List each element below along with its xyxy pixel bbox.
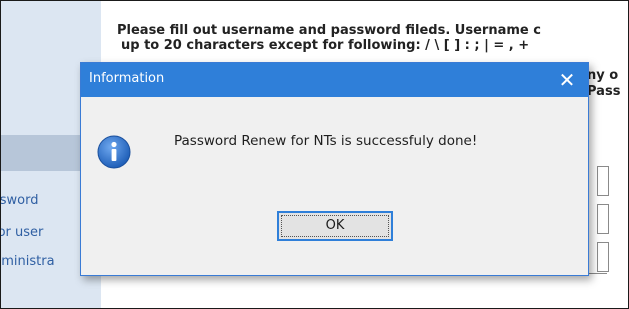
instructions-text: Please fill out username and password fi… xyxy=(117,23,628,53)
dialog-title: Information xyxy=(89,71,165,86)
instructions-overflow-2: Pass xyxy=(587,84,621,99)
ok-button[interactable]: OK xyxy=(277,211,393,241)
information-dialog: Information ✕ Password Renew for NTs is … xyxy=(80,62,589,276)
instructions-line-1: Please fill out username and password fi… xyxy=(117,23,541,38)
instructions-line-2: up to 20 characters except for following… xyxy=(121,38,530,53)
dialog-message: Password Renew for NTs is successfuly do… xyxy=(174,133,478,149)
browser-page: ssword for user dministra Please fill ou… xyxy=(0,0,629,309)
password-field[interactable] xyxy=(597,204,609,234)
dialog-body: Password Renew for NTs is successfuly do… xyxy=(81,97,588,275)
dialog-titlebar: Information ✕ xyxy=(81,63,588,97)
instructions-overflow-1: ny o xyxy=(587,68,619,83)
username-field[interactable] xyxy=(597,166,609,196)
confirm-password-field[interactable] xyxy=(597,242,609,272)
close-button[interactable]: ✕ xyxy=(552,65,582,95)
info-icon xyxy=(97,135,131,169)
